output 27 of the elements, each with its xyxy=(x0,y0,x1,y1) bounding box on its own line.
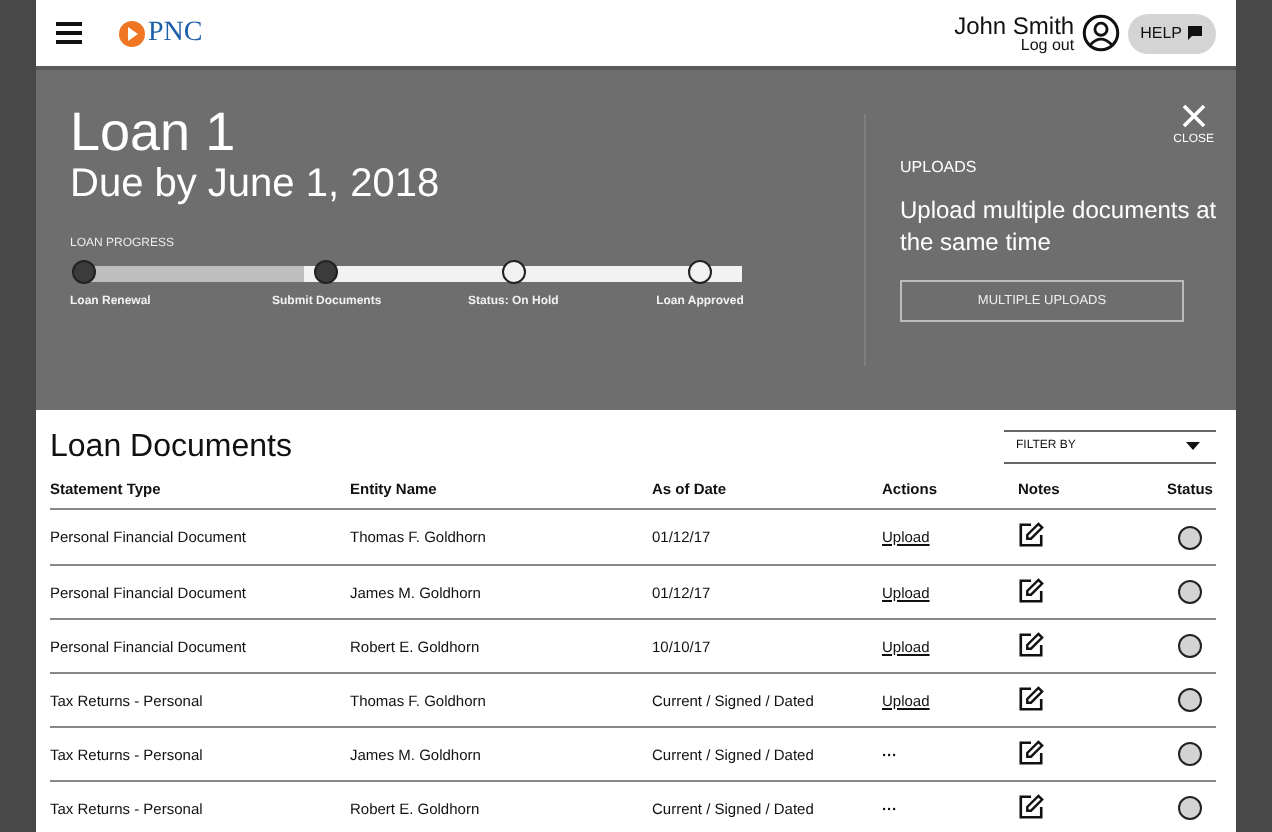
chat-icon xyxy=(1188,26,1202,40)
brand-name: PNC xyxy=(148,17,203,49)
user-icon[interactable] xyxy=(1082,14,1121,52)
status-circle xyxy=(1178,796,1202,820)
edit-icon[interactable] xyxy=(1018,793,1044,819)
edit-icon[interactable] xyxy=(1018,739,1044,765)
caret-icon xyxy=(1186,442,1200,450)
logout-link[interactable]: Log out xyxy=(1020,37,1075,53)
status-circle xyxy=(1178,634,1202,658)
close-icon[interactable] xyxy=(1181,104,1206,128)
edit-icon[interactable] xyxy=(1018,685,1044,711)
status-circle xyxy=(1178,580,1202,604)
menu-icon[interactable] xyxy=(56,22,82,44)
loan-title: Loan 1 xyxy=(70,102,238,162)
uploads-heading: UPLOADS xyxy=(900,158,979,176)
section-title: Loan Documents xyxy=(50,430,292,466)
status-circle xyxy=(1178,688,1202,712)
status-circle xyxy=(1178,742,1202,766)
edit-icon[interactable] xyxy=(1018,631,1044,657)
status-circle xyxy=(1178,525,1202,549)
help-button[interactable]: HELP xyxy=(1128,13,1216,53)
logo-icon xyxy=(118,19,146,47)
edit-icon[interactable] xyxy=(1018,522,1044,548)
edit-icon[interactable] xyxy=(1018,577,1044,603)
uploads-text: Upload multiple documents at the same time xyxy=(900,194,1219,258)
due-date: Due by June 1, 2018 xyxy=(70,160,442,208)
user-name: John Smith xyxy=(954,13,1075,37)
